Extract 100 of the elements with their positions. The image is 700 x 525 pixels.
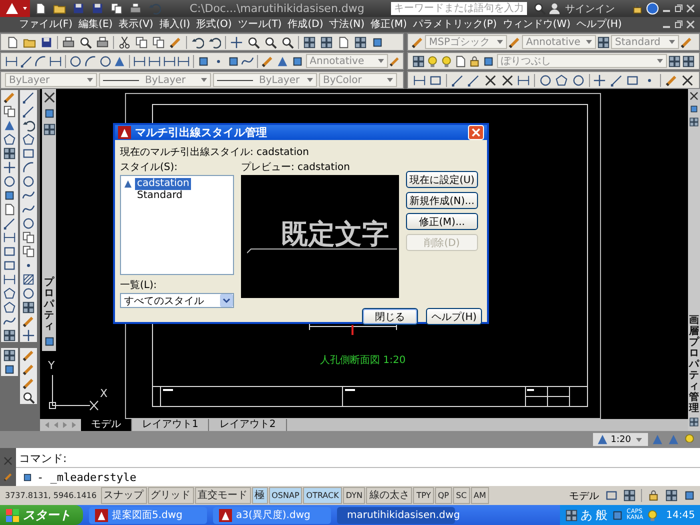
palette-title[interactable]: 画層プロパティ管理 xyxy=(689,315,699,414)
circle-icon[interactable] xyxy=(22,216,35,230)
page-icon[interactable] xyxy=(454,54,467,68)
status-toggle[interactable]: QP xyxy=(434,487,452,504)
pencil-icon[interactable] xyxy=(169,36,182,48)
page-icon[interactable] xyxy=(3,202,16,216)
undo-icon[interactable] xyxy=(191,36,204,48)
pencil-icon[interactable] xyxy=(508,36,521,48)
square-icon[interactable] xyxy=(371,36,384,48)
line-icon[interactable] xyxy=(20,54,33,68)
circle-icon[interactable] xyxy=(3,174,16,188)
page-icon[interactable] xyxy=(6,36,19,48)
square-icon[interactable] xyxy=(290,54,304,68)
status-toggle[interactable]: 線の太さ xyxy=(366,487,412,504)
circle-icon[interactable] xyxy=(572,74,585,86)
magnifier-icon[interactable] xyxy=(264,36,277,48)
square-icon[interactable] xyxy=(197,54,210,68)
menu-item[interactable]: 表示(V) xyxy=(116,17,156,32)
square-icon[interactable] xyxy=(42,335,56,348)
grid-icon[interactable] xyxy=(3,348,16,362)
magnifier-icon[interactable] xyxy=(281,36,294,48)
square-icon[interactable] xyxy=(482,54,496,68)
grid-icon[interactable] xyxy=(689,417,699,427)
square-icon[interactable] xyxy=(3,362,16,376)
dimension-icon[interactable] xyxy=(412,74,426,86)
line-icon[interactable] xyxy=(22,90,35,104)
style-item[interactable]: Standard xyxy=(135,190,184,202)
start-button[interactable]: スタート xyxy=(0,505,83,525)
person-icon[interactable] xyxy=(548,2,561,15)
status-toggle[interactable]: 直交モード xyxy=(194,487,251,504)
grid-icon[interactable] xyxy=(22,300,35,314)
cross-icon[interactable] xyxy=(484,74,497,86)
lightbulb-icon[interactable] xyxy=(426,54,439,68)
rectangle-icon[interactable] xyxy=(626,74,640,86)
status-toggle[interactable]: OSNAP xyxy=(268,487,302,504)
menu-item[interactable]: ウィンドウ(W) xyxy=(500,17,574,32)
dialog-button[interactable]: ヘルプ(H) xyxy=(426,308,482,325)
copy-icon[interactable] xyxy=(3,104,16,118)
menu-item[interactable]: 挿入(I) xyxy=(156,17,194,32)
grid-icon[interactable] xyxy=(303,36,316,48)
dimension-icon[interactable] xyxy=(133,54,146,68)
grid-icon[interactable] xyxy=(623,489,636,502)
scissors-icon[interactable] xyxy=(118,36,131,48)
dimension-icon[interactable] xyxy=(3,230,16,244)
rectangle-icon[interactable] xyxy=(3,258,16,272)
hatch-icon[interactable] xyxy=(22,272,35,286)
circle-icon[interactable] xyxy=(22,286,35,300)
square-icon[interactable] xyxy=(226,54,240,68)
close-button[interactable] xyxy=(468,125,484,140)
copy-icon[interactable] xyxy=(22,244,35,258)
printer-icon[interactable] xyxy=(62,36,75,48)
curve-icon[interactable] xyxy=(3,314,16,328)
undo-icon[interactable] xyxy=(208,36,221,48)
menu-item[interactable]: 作成(D) xyxy=(284,17,326,32)
search-field[interactable]: キーワードまたは語句を入力 xyxy=(391,2,527,15)
square-icon[interactable] xyxy=(683,489,696,502)
grid-icon[interactable] xyxy=(682,54,696,68)
circle-icon[interactable] xyxy=(22,174,35,188)
square-icon[interactable] xyxy=(42,107,56,120)
pencil-icon[interactable] xyxy=(22,348,35,362)
ime-mode[interactable]: あ xyxy=(580,506,593,524)
square-icon[interactable] xyxy=(3,188,16,202)
line-icon[interactable] xyxy=(467,74,480,86)
close-icon[interactable] xyxy=(685,3,696,14)
dialog-button[interactable]: 現在に設定(U) xyxy=(406,171,478,188)
pencil-icon[interactable] xyxy=(22,314,35,328)
pencil-icon[interactable] xyxy=(22,362,35,376)
arc-icon[interactable] xyxy=(22,160,35,174)
rectangle-icon[interactable] xyxy=(605,489,618,502)
cross-icon[interactable] xyxy=(681,74,694,86)
line-icon[interactable] xyxy=(3,216,16,230)
lock-icon[interactable] xyxy=(647,489,660,502)
move-icon[interactable] xyxy=(593,74,606,86)
menu-item[interactable]: 編集(E) xyxy=(76,17,116,32)
copy-icon[interactable] xyxy=(110,2,123,15)
rectangle-icon[interactable] xyxy=(3,244,16,258)
line-icon[interactable] xyxy=(450,74,464,86)
grid-icon[interactable] xyxy=(689,117,699,127)
triangle-icon[interactable] xyxy=(276,54,289,68)
status-toggle[interactable]: グリッド xyxy=(148,487,194,504)
triangle-icon[interactable] xyxy=(113,54,126,68)
annotation-scale-button[interactable]: 1:20 xyxy=(592,433,648,446)
pencil-icon[interactable] xyxy=(680,36,693,48)
grid-icon[interactable] xyxy=(354,36,367,48)
grid-icon[interactable] xyxy=(668,54,682,68)
dimension-icon[interactable] xyxy=(4,54,18,68)
menu-item[interactable]: 修正(M) xyxy=(368,17,410,32)
lock-icon[interactable] xyxy=(631,2,644,15)
pencil-icon[interactable] xyxy=(664,74,678,86)
circle-icon[interactable] xyxy=(98,54,112,68)
copy-icon[interactable] xyxy=(152,36,165,48)
dimension-icon[interactable] xyxy=(517,74,530,86)
move-icon[interactable] xyxy=(230,36,243,48)
style-item[interactable]: cadstation xyxy=(135,178,192,190)
grid-icon[interactable] xyxy=(564,508,578,522)
palette-title[interactable]: プロパティ xyxy=(44,277,54,332)
menu-item[interactable]: ツール(T) xyxy=(234,17,285,32)
cross-icon[interactable] xyxy=(500,74,514,86)
polygon-icon[interactable] xyxy=(3,132,16,146)
circle-icon[interactable] xyxy=(68,54,82,68)
